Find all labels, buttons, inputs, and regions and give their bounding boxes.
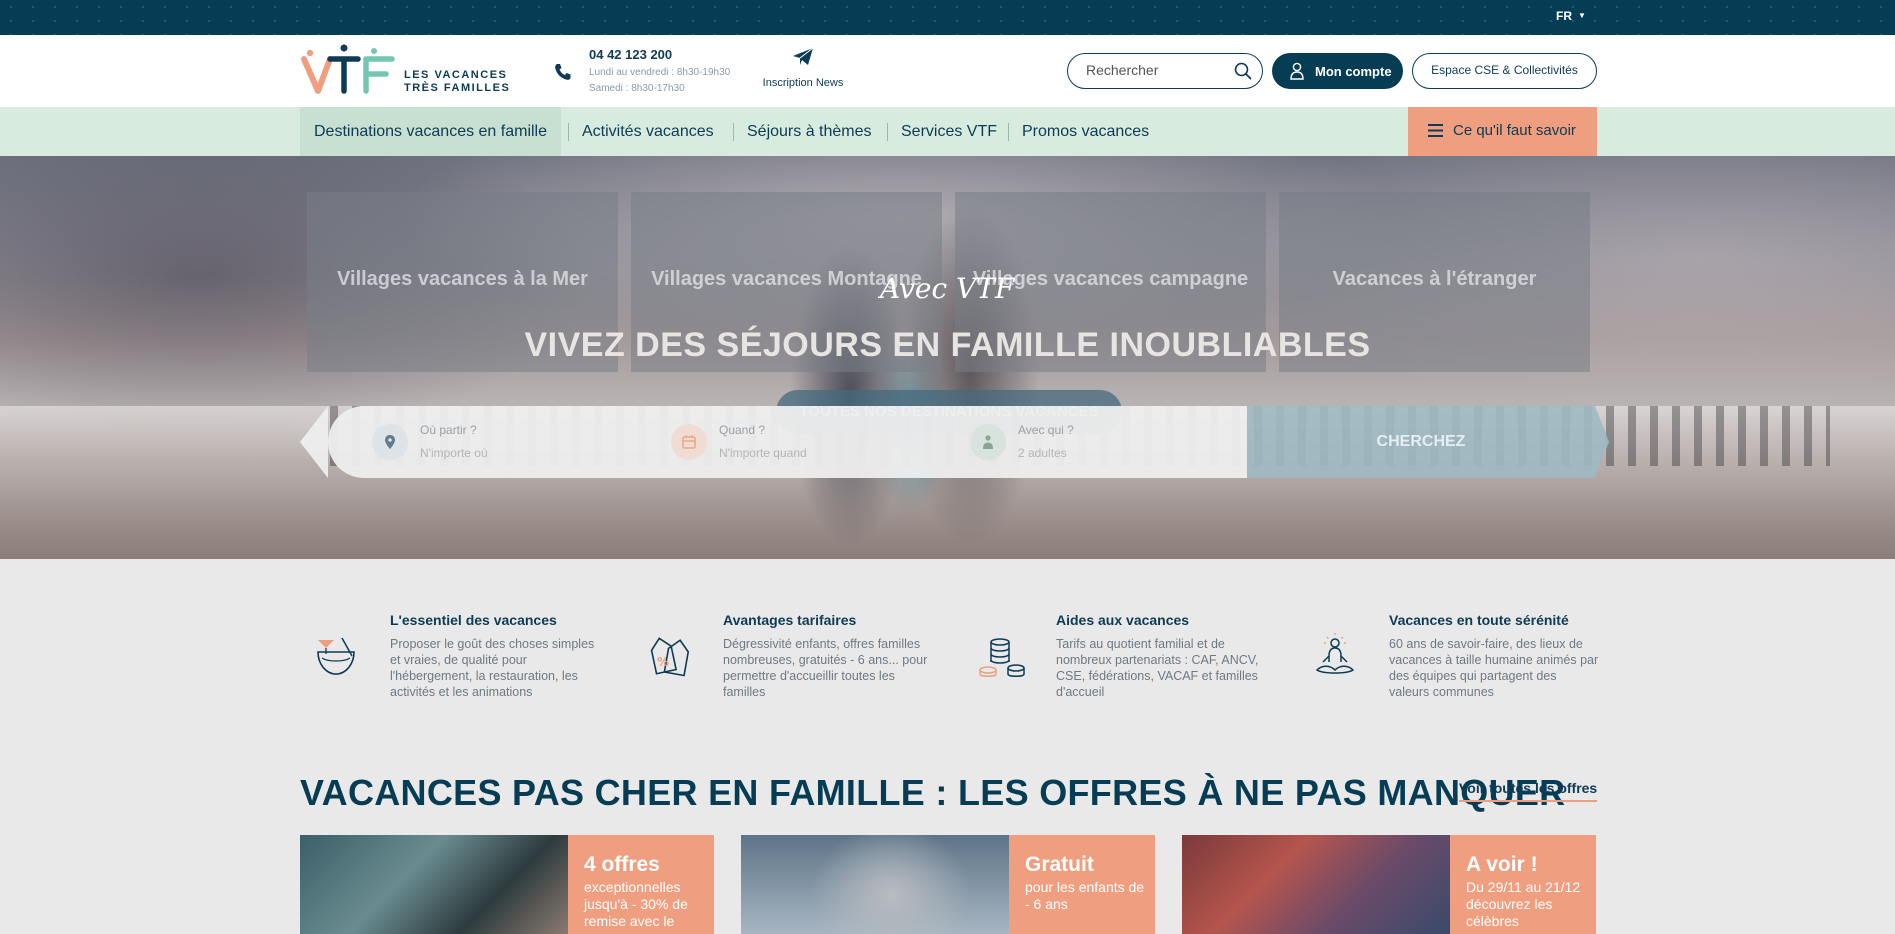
offer-title: 4 offres	[584, 853, 660, 876]
hero-banner: Villages vacances à la Mer Villages vaca…	[0, 156, 1895, 559]
offer-card[interactable]: 4 offres exceptionnelles jusqu'à - 30% d…	[300, 835, 714, 934]
features-row: L'essentiel des vacances Proposer le goû…	[300, 610, 1600, 710]
logo[interactable]: LES VACANCES TRÈS FAMILLES	[300, 43, 512, 97]
caret-down-icon: ▼	[1578, 11, 1586, 20]
search-icon[interactable]	[1234, 62, 1252, 80]
feature-serenity: Vacances en toute sérénité 60 ans de sav…	[1299, 610, 1619, 710]
newsletter-link[interactable]: Inscription News	[758, 47, 848, 91]
offer-panel: A voir ! Du 29/11 au 21/12 découvrez les…	[1450, 835, 1596, 934]
hours-weekdays: Lundi au vendredi : 8h30-19h30	[589, 67, 731, 78]
where-field[interactable]: Où partir ? N'importe où	[372, 406, 632, 478]
feature-title: Aides aux vacances	[1056, 612, 1190, 628]
feature-title: Vacances en toute sérénité	[1389, 612, 1569, 628]
feature-title: L'essentiel des vacances	[390, 612, 557, 628]
feature-text: 60 ans de savoir-faire, des lieux de vac…	[1389, 637, 1599, 699]
search-submit-arrow	[1595, 406, 1609, 478]
feature-text: Tarifs au quotient familial et de nombre…	[1056, 637, 1259, 699]
meditation-icon	[1315, 633, 1355, 674]
people-icon	[970, 424, 1006, 460]
category-label: Vacances à l'étranger	[1332, 268, 1537, 290]
feature-aids: Aides aux vacances Tarifs au quotient fa…	[966, 610, 1286, 710]
offer-panel: 4 offres exceptionnelles jusqu'à - 30% d…	[568, 835, 714, 934]
search-input[interactable]	[1086, 62, 1226, 78]
language-selector[interactable]: FR ▼	[1556, 9, 1586, 23]
nav-divider	[733, 123, 734, 141]
offer-text: Du 29/11 au 21/12 découvrez les célèbres	[1466, 879, 1581, 929]
category-label: Villages vacances à la Mer	[337, 268, 588, 290]
main-nav: Destinations vacances en famille Activit…	[0, 107, 1895, 156]
where-label: Où partir ?	[420, 423, 477, 437]
top-bar: FR ▼	[0, 0, 1895, 35]
offer-card[interactable]: A voir ! Du 29/11 au 21/12 découvrez les…	[1182, 835, 1596, 934]
nav-divider	[1008, 123, 1009, 141]
when-label: Quand ?	[719, 423, 766, 437]
feature-title: Avantages tarifaires	[723, 612, 857, 628]
logo-line-1: LES VACANCES	[404, 69, 508, 81]
feature-essentials: L'essentiel des vacances Proposer le goû…	[300, 610, 620, 710]
feature-text: Proposer le goût des choses simples et v…	[390, 637, 595, 699]
where-value: N'importe où	[420, 446, 488, 460]
nav-item-activites[interactable]: Activités vacances	[582, 107, 714, 156]
feature-pricing: % Avantages tarifaires Dégressivité enfa…	[633, 610, 953, 710]
language-label: FR	[1556, 9, 1572, 23]
offer-image	[300, 835, 568, 934]
location-pin-icon	[372, 424, 408, 460]
user-icon	[1290, 62, 1304, 80]
nav-item-services[interactable]: Services VTF	[901, 107, 997, 156]
search-box[interactable]	[1067, 53, 1263, 89]
booking-search-bar: Où partir ? N'importe où Quand ? N'impor…	[300, 406, 1247, 478]
calendar-icon	[671, 424, 707, 460]
see-all-offers-link[interactable]: Voir toutes les offres	[1459, 780, 1598, 802]
nav-divider	[887, 123, 888, 141]
cocktail-icon	[317, 637, 355, 675]
search-submit-button[interactable]: CHERCHEZ	[1247, 406, 1595, 478]
search-bar-arrow	[300, 406, 328, 478]
phone-number[interactable]: 04 42 123 200	[589, 47, 672, 62]
nav-item-sejours[interactable]: Séjours à thèmes	[747, 107, 872, 156]
coins-icon	[979, 638, 1025, 677]
offer-text: pour les enfants de - 6 ans	[1025, 879, 1145, 912]
account-label: Mon compte	[1315, 64, 1392, 79]
when-field[interactable]: Quand ? N'importe quand	[671, 406, 931, 478]
vtf-logo-icon	[301, 44, 395, 94]
logo-text: LES VACANCES TRÈS FAMILLES	[404, 69, 510, 95]
who-field[interactable]: Avec qui ? 2 adultes	[970, 406, 1230, 478]
offer-title: Gratuit	[1025, 853, 1094, 876]
nav-item-info-menu[interactable]: Ce qu'il faut savoir	[1408, 107, 1597, 156]
hours-saturday: Samedi : 8h30-17h30	[589, 83, 685, 94]
who-label: Avec qui ?	[1018, 423, 1074, 437]
when-value: N'importe quand	[719, 446, 807, 460]
price-tag-icon: %	[650, 637, 690, 677]
svg-text:%: %	[657, 655, 669, 669]
hero-script-tagline: Avec VTF	[880, 272, 1015, 305]
offers-section-title: VACANCES PAS CHER EN FAMILLE : LES OFFRE…	[300, 772, 1566, 813]
nav-divider	[568, 123, 569, 141]
offer-title: A voir !	[1466, 853, 1538, 876]
cse-space-button[interactable]: Espace CSE & Collectivités	[1412, 53, 1597, 89]
offer-image	[1182, 835, 1450, 934]
nav-item-promos[interactable]: Promos vacances	[1022, 107, 1149, 156]
opening-hours: Lundi au vendredi : 8h30-19h30 Samedi : …	[589, 65, 730, 97]
who-value: 2 adultes	[1018, 446, 1067, 460]
offer-panel: Gratuit pour les enfants de - 6 ans	[1009, 835, 1155, 934]
account-button[interactable]: Mon compte	[1272, 53, 1403, 89]
offer-text: exceptionnelles jusqu'à - 30% de remise …	[584, 879, 688, 929]
paper-plane-icon	[793, 47, 814, 65]
nav-item-destinations[interactable]: Destinations vacances en famille	[300, 107, 562, 156]
newsletter-label: Inscription News	[762, 77, 844, 89]
phone-icon	[555, 64, 571, 80]
header: LES VACANCES TRÈS FAMILLES 04 42 123 200…	[0, 35, 1895, 107]
offer-image	[741, 835, 1009, 934]
info-menu-label: Ce qu'il faut savoir	[1453, 122, 1576, 139]
menu-icon	[1428, 124, 1443, 137]
offer-card[interactable]: Gratuit pour les enfants de - 6 ans	[741, 835, 1155, 934]
feature-text: Dégressivité enfants, offres familles no…	[723, 637, 928, 699]
logo-line-2: TRÈS FAMILLES	[404, 82, 511, 94]
hero-title: VIVEZ DES SÉJOURS EN FAMILLE INOUBLIABLE…	[524, 326, 1371, 364]
